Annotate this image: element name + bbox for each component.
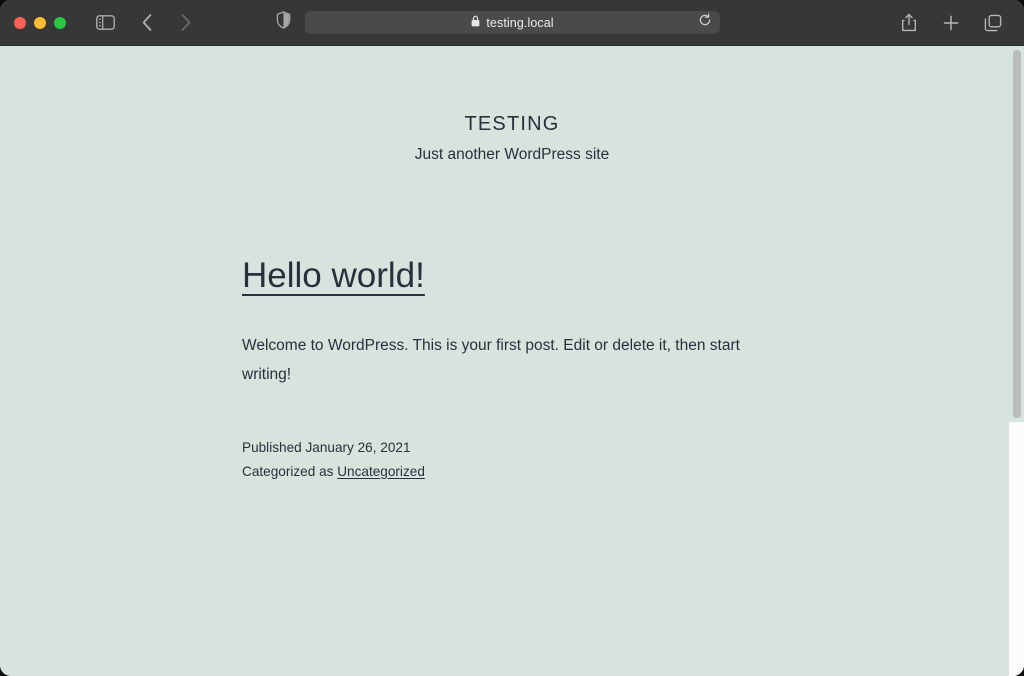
page-content: TESTING Just another WordPress site Hell… — [0, 46, 1024, 676]
sidebar-toggle-button[interactable] — [88, 9, 122, 37]
chevron-left-icon — [141, 13, 154, 32]
site-tagline: Just another WordPress site — [0, 146, 1024, 165]
privacy-report-button[interactable] — [276, 0, 291, 45]
post-category-prefix: Categorized as — [242, 464, 337, 479]
close-window-button[interactable] — [14, 17, 26, 29]
chevron-right-icon — [179, 13, 192, 32]
browser-window: testing.local — [0, 0, 1024, 676]
site-header: TESTING Just another WordPress site — [0, 46, 1024, 165]
window-controls — [0, 17, 66, 29]
plus-icon — [943, 15, 959, 31]
share-icon — [901, 13, 917, 32]
post-category-line: Categorized as Uncategorized — [242, 460, 762, 483]
reload-icon — [698, 13, 712, 32]
address-bar[interactable]: testing.local — [305, 11, 720, 34]
lock-icon — [471, 14, 480, 32]
scrollbar-thumb[interactable] — [1013, 50, 1021, 418]
tab-overview-icon — [984, 14, 1002, 32]
shield-icon — [276, 11, 291, 34]
sidebar-icon — [96, 15, 115, 30]
post-article: Hello world! Welcome to WordPress. This … — [242, 257, 762, 484]
post-title: Hello world! — [242, 257, 762, 296]
site-title[interactable]: TESTING — [0, 112, 1024, 136]
reload-button[interactable] — [696, 14, 714, 32]
toolbar-left-controls — [88, 9, 202, 37]
post-meta: Published January 26, 2021 Categorized a… — [242, 436, 762, 483]
browser-toolbar: testing.local — [0, 0, 1024, 46]
tab-overview-button[interactable] — [976, 9, 1010, 37]
maximize-window-button[interactable] — [54, 17, 66, 29]
forward-button — [168, 9, 202, 37]
address-bar-content: testing.local — [471, 14, 553, 32]
post-category-link[interactable]: Uncategorized — [337, 464, 425, 479]
back-button[interactable] — [130, 9, 164, 37]
post-body: Welcome to WordPress. This is your first… — [242, 332, 754, 389]
post-title-link[interactable]: Hello world! — [242, 256, 425, 295]
toolbar-right-controls — [892, 0, 1010, 45]
minimize-window-button[interactable] — [34, 17, 46, 29]
post-published-date: Published January 26, 2021 — [242, 436, 762, 459]
address-bar-url: testing.local — [486, 16, 553, 30]
share-button[interactable] — [892, 9, 926, 37]
new-tab-button[interactable] — [934, 9, 968, 37]
vertical-scrollbar[interactable] — [1009, 46, 1024, 676]
